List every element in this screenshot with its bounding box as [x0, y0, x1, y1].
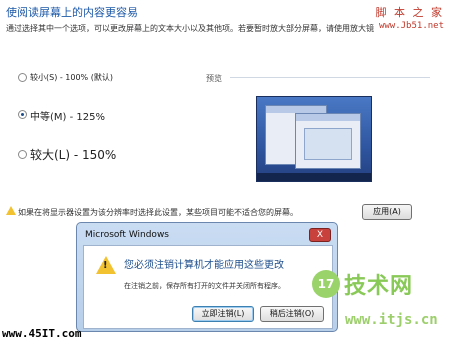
- logoff-now-button[interactable]: 立即注销(L): [192, 306, 254, 322]
- preview-label: 预览: [206, 74, 222, 83]
- preview-window-front-bar: [296, 114, 360, 121]
- preview-window-front: [295, 113, 361, 169]
- option-small-label: 较小(S) - 100% (默认): [30, 73, 113, 82]
- watermark-logo-text: 技术网: [344, 274, 414, 299]
- page-subtitle: 通过选择其中一个选项，可以更改屏幕上的文本大小以及其他项。若要暂时放大部分屏幕，…: [6, 24, 374, 33]
- radio-small[interactable]: [18, 73, 27, 82]
- close-button[interactable]: X: [309, 228, 331, 242]
- watermark-logo-url: www.itjs.cn: [345, 312, 438, 328]
- dialog-detail: 在注销之前，保存所有打开的文件并关闭所有程序。: [124, 282, 285, 290]
- watermark-brand: 脚 本 之 家: [375, 6, 444, 19]
- watermark-url: www.Jb51.net: [378, 21, 444, 31]
- option-medium-label: 中等(M) - 125%: [30, 112, 105, 123]
- logoff-dialog: Microsoft Windows X ! 您必须注销计算机才能应用这些更改 在…: [76, 222, 338, 332]
- radio-large[interactable]: [18, 150, 27, 159]
- preview-taskbar: [257, 173, 371, 181]
- option-large-label: 较大(L) - 150%: [30, 148, 117, 162]
- dialog-body: ! 您必须注销计算机才能应用这些更改 在注销之前，保存所有打开的文件并关闭所有程…: [83, 245, 333, 329]
- warning-text: 如果在将显示器设置为该分辨率时选择此设置，某些项目可能不适合您的屏幕。: [18, 208, 298, 217]
- preview-window-back-bar: [266, 106, 326, 113]
- radio-medium[interactable]: [18, 110, 27, 119]
- preview-image: [256, 96, 372, 182]
- dialog-warning-mark: !: [103, 260, 108, 271]
- watermark-logo-icon: 17: [312, 270, 340, 298]
- preview-window-content: [304, 128, 352, 160]
- apply-button[interactable]: 应用(A): [362, 204, 412, 220]
- preview-divider: [230, 77, 430, 78]
- dialog-title: Microsoft Windows: [85, 230, 169, 240]
- watermark-site: www.45IT.com: [2, 327, 82, 340]
- logoff-later-button[interactable]: 稍后注销(O): [260, 306, 324, 322]
- page-title: 使阅读屏幕上的内容更容易: [6, 6, 138, 19]
- dialog-message: 您必须注销计算机才能应用这些更改: [124, 260, 284, 271]
- warning-icon: [6, 206, 16, 215]
